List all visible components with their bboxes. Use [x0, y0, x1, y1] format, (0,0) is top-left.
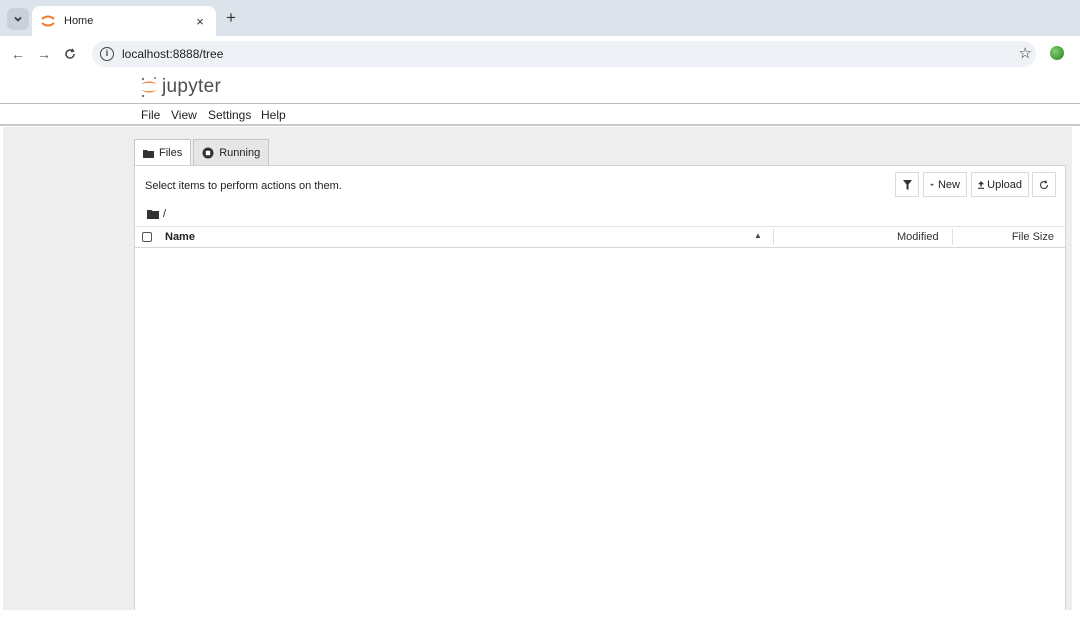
- site-info-icon[interactable]: i: [100, 47, 114, 61]
- refresh-button[interactable]: [1032, 172, 1056, 197]
- jupyter-favicon-icon: [41, 15, 55, 27]
- jupyter-main-area: Files Running Select items to perform ac…: [0, 127, 1080, 617]
- upload-button[interactable]: Upload: [971, 172, 1029, 197]
- right-margin: [1072, 127, 1080, 617]
- back-arrow-icon[interactable]: ←: [8, 44, 28, 64]
- browser-toolbar: ← → i localhost:8888/tree ☆: [0, 36, 1080, 72]
- running-icon: [202, 147, 214, 159]
- jupyter-logo-icon: [141, 77, 157, 98]
- column-divider[interactable]: [952, 229, 953, 245]
- tab-files-label: Files: [159, 147, 183, 159]
- reload-icon[interactable]: [60, 44, 80, 64]
- upload-button-label: Upload: [987, 178, 1022, 191]
- folder-icon: [143, 149, 154, 158]
- jupyter-header: jupyter: [0, 72, 1080, 104]
- breadcrumb-root[interactable]: /: [163, 208, 166, 220]
- column-divider[interactable]: [773, 229, 774, 245]
- filter-icon: [902, 179, 912, 190]
- refresh-icon: [1039, 179, 1049, 189]
- filter-button[interactable]: [895, 172, 919, 197]
- jupyter-logo[interactable]: jupyter: [140, 76, 221, 98]
- menu-help[interactable]: Help: [261, 108, 286, 122]
- upload-icon: [978, 180, 985, 189]
- selection-hint: Select items to perform actions on them.: [145, 180, 342, 192]
- jupyter-menubar: File View Settings Help: [0, 104, 1080, 126]
- column-name[interactable]: Name: [165, 231, 195, 243]
- home-folder-icon[interactable]: [147, 209, 159, 219]
- browser-tab-title: Home: [64, 15, 94, 27]
- tab-files[interactable]: Files: [134, 139, 192, 166]
- tab-running[interactable]: Running: [193, 139, 270, 165]
- menu-settings[interactable]: Settings: [208, 108, 251, 122]
- file-browser-tabs: Files Running: [134, 139, 271, 166]
- bottom-margin: [0, 610, 1080, 617]
- menu-view[interactable]: View: [171, 108, 197, 122]
- close-tab-icon[interactable]: ×: [192, 14, 208, 29]
- menu-file[interactable]: File: [141, 108, 160, 122]
- sort-ascending-icon: ▲: [754, 231, 762, 240]
- bookmark-star-icon[interactable]: ☆: [1019, 44, 1032, 62]
- address-bar[interactable]: i localhost:8888/tree: [92, 41, 1036, 67]
- url-text: localhost:8888/tree: [122, 47, 224, 61]
- browser-tab-home[interactable]: Home ×: [32, 6, 216, 36]
- extension-icon[interactable]: [1050, 46, 1064, 60]
- new-button[interactable]: New: [923, 172, 967, 197]
- column-file-size[interactable]: File Size: [1012, 231, 1054, 243]
- file-listing-header: Name ▲ Modified File Size: [135, 226, 1065, 248]
- breadcrumb: /: [147, 208, 166, 220]
- file-browser-panel: Select items to perform actions on them.…: [134, 165, 1066, 610]
- tab-search-button[interactable]: [7, 8, 29, 30]
- browser-tab-bar: Home × +: [0, 0, 1080, 36]
- chevron-down-icon: [14, 16, 22, 22]
- new-button-label: New: [937, 178, 960, 191]
- caret-down-icon: [930, 183, 934, 186]
- forward-arrow-icon[interactable]: →: [34, 44, 54, 64]
- column-modified[interactable]: Modified: [897, 231, 939, 243]
- left-margin: [0, 127, 3, 617]
- select-all-checkbox[interactable]: [142, 232, 152, 242]
- new-tab-button[interactable]: +: [221, 9, 241, 27]
- tab-running-label: Running: [219, 146, 261, 159]
- jupyter-logo-text: jupyter: [162, 76, 222, 97]
